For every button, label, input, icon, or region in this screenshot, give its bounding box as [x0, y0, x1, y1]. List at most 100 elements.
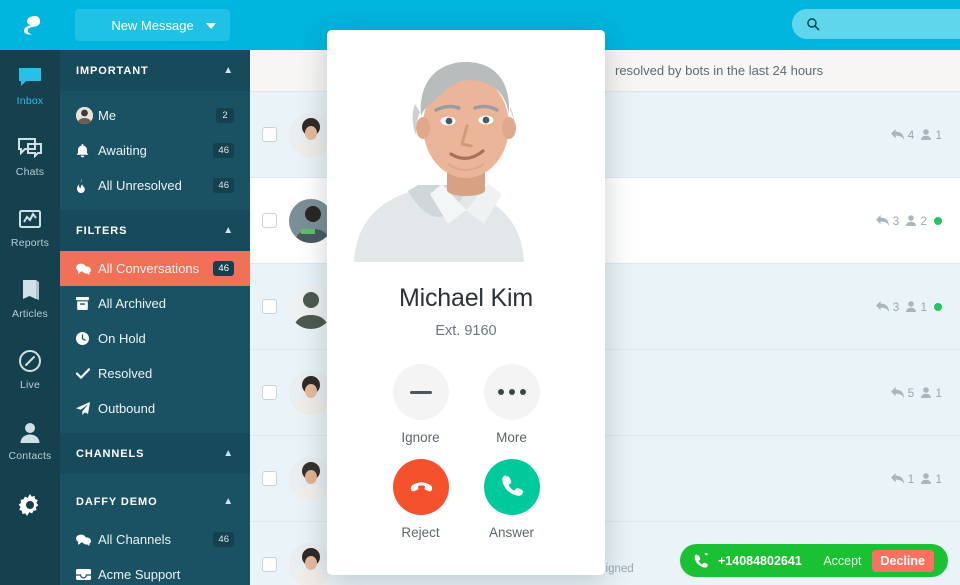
reply-count: 4 [890, 127, 915, 142]
reply-count: 5 [890, 386, 914, 400]
chevron-up-icon: ▲ [223, 496, 234, 507]
reply-count-value: 4 [907, 127, 915, 142]
decline-call-button[interactable]: Decline [871, 549, 934, 572]
settings-button[interactable] [0, 476, 60, 534]
reply-icon [875, 215, 889, 226]
app-logo[interactable] [0, 0, 60, 50]
row-checkbox[interactable] [262, 127, 277, 142]
rail-item-inbox[interactable]: Inbox [0, 50, 60, 121]
bell-icon [76, 143, 98, 158]
row-checkbox[interactable] [262, 213, 277, 228]
rail-item-live[interactable]: Live [0, 334, 60, 405]
rail-label-reports: Reports [10, 237, 50, 249]
caller-name: Michael Kim [399, 284, 533, 312]
participant-count: 1 [921, 472, 942, 486]
person-icon [921, 387, 932, 398]
flame-icon [76, 178, 98, 193]
rail-item-articles[interactable]: Articles [0, 263, 60, 334]
sidebar-item-awaiting-label: Awaiting [98, 143, 147, 158]
person-icon [906, 301, 917, 312]
sidebar-section-channels[interactable]: CHANNELS ▲ [60, 433, 250, 474]
reject-button[interactable]: Reject [375, 459, 466, 540]
sidebar-item-all-unresolved-badge: 46 [213, 178, 234, 193]
sidebar-item-resolved-label: Resolved [98, 366, 153, 381]
sidebar-item-all-archived[interactable]: All Archived [60, 286, 250, 321]
sidebar-item-all-channels[interactable]: All Channels 46 [60, 522, 250, 557]
gear-icon [18, 494, 39, 516]
rail-label-inbox: Inbox [16, 95, 44, 107]
caller-portrait [327, 30, 605, 262]
reply-count: 1 [890, 471, 915, 486]
conversations-icon [76, 263, 98, 275]
participant-count-value: 1 [920, 299, 927, 314]
sidebar-item-resolved[interactable]: Resolved [60, 356, 250, 391]
rail-label-contacts: Contacts [8, 450, 52, 462]
sidebar-item-me-label: Me [98, 108, 117, 123]
rail-item-reports[interactable]: Reports [0, 192, 60, 263]
sidebar-section-channels-title: CHANNELS [76, 447, 145, 460]
sidebar-item-all-unresolved[interactable]: All Unresolved 46 [60, 168, 250, 203]
call-actions: Ignore More Reject Answer [327, 364, 605, 540]
app-root: New Message Inbox Chats Reports Articles… [0, 0, 960, 585]
helpdesk-logo-icon [24, 16, 40, 35]
more-button[interactable]: More [466, 364, 557, 445]
sidebar-item-outbound-label: Outbound [98, 401, 156, 416]
avatar-me [76, 107, 93, 124]
sidebar-section-important[interactable]: IMPORTANT ▲ [60, 50, 250, 91]
sidebar-item-acme-support[interactable]: Acme Support [60, 557, 250, 585]
contacts-person-icon [19, 419, 41, 445]
sidebar-item-me[interactable]: Me 2 [60, 98, 250, 133]
sidebar-item-all-channels-label: All Channels [98, 532, 171, 547]
row-stats: 3 2 [875, 213, 942, 228]
person-icon [921, 129, 932, 140]
row-checkbox[interactable] [262, 299, 277, 314]
new-message-button[interactable]: New Message [75, 9, 230, 41]
search-input[interactable] [828, 17, 948, 31]
search-bar[interactable] [792, 9, 960, 39]
more-dots-icon [483, 364, 540, 420]
row-stats: 4 1 [890, 127, 942, 142]
rail-item-chats[interactable]: Chats [0, 121, 60, 192]
row-stats: 1 1 [890, 471, 942, 486]
conversations-icon [76, 534, 98, 546]
live-compass-icon [18, 348, 42, 374]
caller-number: +14084802641 [718, 553, 802, 568]
reply-count-value: 1 [907, 471, 915, 486]
reply-count: 3 [875, 299, 900, 314]
sidebar-item-awaiting[interactable]: Awaiting 46 [60, 133, 250, 168]
answer-button[interactable]: Answer [466, 459, 557, 540]
row-checkbox[interactable] [262, 471, 277, 486]
chevron-up-icon: ▲ [223, 448, 234, 459]
ignore-button[interactable]: Ignore [375, 364, 466, 445]
sidebar-item-on-hold[interactable]: On Hold [60, 321, 250, 356]
incoming-call-card: Michael Kim Ext. 9160 Ignore More Reject… [327, 30, 605, 575]
chevron-down-icon [206, 23, 216, 29]
sidebar-item-all-conversations-badge: 46 [213, 261, 234, 276]
sidebar-section-daffy-demo[interactable]: DAFFY DEMO ▲ [60, 481, 250, 522]
sidebar-item-on-hold-label: On Hold [98, 331, 146, 346]
participant-count: 1 [921, 128, 942, 142]
articles-book-icon [19, 277, 41, 303]
row-checkbox[interactable] [262, 385, 277, 400]
participant-count-value: 1 [935, 385, 942, 400]
reply-icon [875, 301, 889, 312]
phone-incoming-icon [694, 552, 708, 568]
reply-icon [890, 473, 904, 484]
sidebar-section-filters[interactable]: FILTERS ▲ [60, 210, 250, 251]
sidebar-item-all-conversations[interactable]: All Conversations 46 [60, 251, 250, 286]
reply-count: 3 [875, 213, 900, 228]
reply-count-value: 3 [892, 299, 900, 314]
rail-item-contacts[interactable]: Contacts [0, 405, 60, 476]
archive-icon [76, 297, 98, 310]
participant-count: 1 [921, 386, 942, 400]
new-message-label: New Message [111, 17, 194, 33]
sidebar-item-outbound[interactable]: Outbound [60, 391, 250, 426]
row-stats: 3 1 [875, 299, 942, 314]
accept-call-button[interactable]: Accept [823, 554, 861, 568]
sidebar-item-all-conversations-label: All Conversations [98, 261, 200, 276]
reply-count-value: 3 [892, 213, 900, 228]
row-checkbox[interactable] [262, 557, 277, 572]
rail-label-chats: Chats [15, 166, 45, 178]
